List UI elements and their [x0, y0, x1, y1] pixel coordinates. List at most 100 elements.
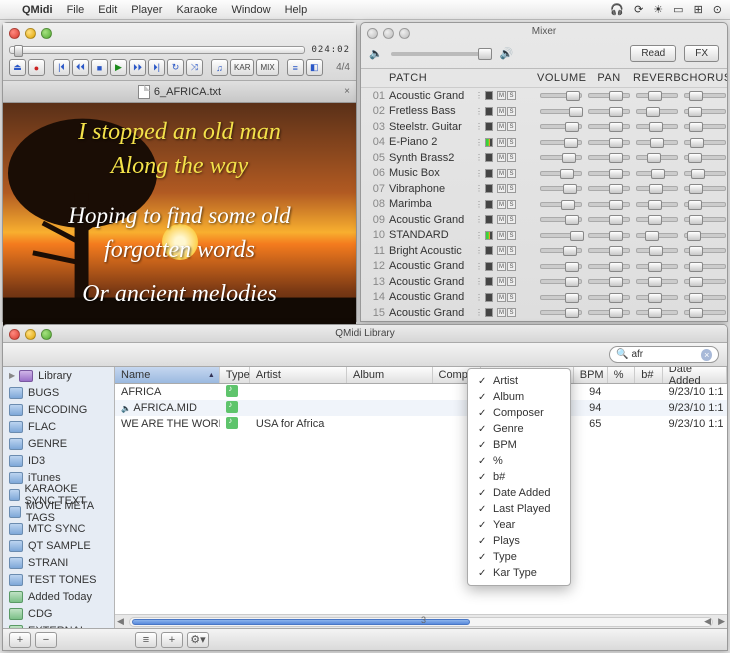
list-view-button[interactable]: ≡ — [135, 632, 157, 648]
solo-button[interactable]: S — [507, 184, 516, 193]
mixer-track[interactable]: 01 Acoustic Grand ⋮MS — [369, 88, 719, 104]
mixer-track[interactable]: 04 E-Piano 2 ⋮MS — [369, 135, 719, 151]
table-row[interactable]: WE ARE THE WORLD USA for Africa 65 9/23/… — [115, 416, 727, 432]
context-menu-item[interactable]: Genre — [468, 421, 570, 437]
volume-slider[interactable] — [540, 310, 582, 315]
track-menu-icon[interactable]: ⋮ — [475, 200, 483, 209]
mixer-track[interactable]: 12 Acoustic Grand ⋮MS — [369, 259, 719, 275]
fx-button[interactable]: FX — [684, 45, 719, 62]
column-header[interactable]: Name — [115, 367, 220, 383]
volume-slider[interactable] — [540, 186, 582, 191]
pan-slider[interactable] — [588, 248, 630, 253]
grid-icon[interactable]: ⊞ — [694, 3, 703, 16]
solo-button[interactable]: S — [507, 293, 516, 302]
pan-slider[interactable] — [588, 233, 630, 238]
chorus-slider[interactable] — [684, 124, 726, 129]
mute-button[interactable]: M — [497, 293, 506, 302]
table-header[interactable]: NameTypeArtistAlbumCompoBPM%b#Date Added — [115, 367, 727, 384]
chorus-slider[interactable] — [684, 217, 726, 222]
sidebar-item[interactable]: Added Today — [3, 588, 114, 605]
solo-button[interactable]: S — [507, 169, 516, 178]
clear-search-button[interactable]: × — [701, 349, 712, 361]
solo-button[interactable]: S — [507, 246, 516, 255]
app-menu[interactable]: QMidi — [22, 4, 53, 16]
reverb-slider[interactable] — [636, 186, 678, 191]
track-menu-icon[interactable]: ⋮ — [475, 277, 483, 286]
context-menu-item[interactable]: Album — [468, 389, 570, 405]
track-menu-icon[interactable]: ⋮ — [475, 262, 483, 271]
context-menu-item[interactable]: Composer — [468, 405, 570, 421]
pan-slider[interactable] — [588, 155, 630, 160]
track-menu-icon[interactable]: ⋮ — [475, 184, 483, 193]
volume-slider[interactable] — [540, 295, 582, 300]
table-row[interactable]: AFRICA 94 9/23/10 1:1 — [115, 384, 727, 400]
spotlight-icon[interactable]: ⊙ — [713, 3, 722, 16]
solo-button[interactable]: S — [507, 277, 516, 286]
volume-slider[interactable] — [540, 155, 582, 160]
mixer-track[interactable]: 14 Acoustic Grand ⋮MS — [369, 290, 719, 306]
reverb-slider[interactable] — [636, 310, 678, 315]
context-menu-item[interactable]: Year — [468, 517, 570, 533]
skip-end-button[interactable]: ⏵| — [148, 59, 165, 76]
reverb-slider[interactable] — [636, 295, 678, 300]
sidebar-item[interactable]: STRANI — [3, 554, 114, 571]
patch-name[interactable]: Acoustic Grand — [389, 260, 475, 272]
track-menu-icon[interactable]: ⋮ — [475, 169, 483, 178]
menu-window[interactable]: Window — [231, 4, 270, 16]
search-input[interactable] — [631, 349, 701, 360]
reverb-slider[interactable] — [636, 264, 678, 269]
track-menu-icon[interactable]: ⋮ — [475, 215, 483, 224]
minimize-button[interactable] — [25, 28, 36, 39]
patch-name[interactable]: Music Box — [389, 167, 475, 179]
mute-button[interactable]: M — [497, 138, 506, 147]
mute-button[interactable]: M — [497, 107, 506, 116]
reverb-slider[interactable] — [636, 248, 678, 253]
mute-button[interactable]: M — [497, 308, 506, 317]
tab-title[interactable]: 6_AFRICA.txt — [154, 86, 221, 98]
reverb-slider[interactable] — [636, 109, 678, 114]
chorus-slider[interactable] — [684, 140, 726, 145]
track-menu-icon[interactable]: ⋮ — [475, 231, 483, 240]
stop-button[interactable]: ■ — [91, 59, 108, 76]
pan-slider[interactable] — [588, 140, 630, 145]
solo-button[interactable]: S — [507, 91, 516, 100]
patch-name[interactable]: Synth Brass2 — [389, 152, 475, 164]
mute-button[interactable]: M — [497, 246, 506, 255]
patch-name[interactable]: Marimba — [389, 198, 475, 210]
sidebar-item[interactable]: MOVIE META TAGS — [3, 503, 114, 520]
column-header[interactable]: Date Added — [663, 367, 727, 383]
rewind-button[interactable]: ⏴⏴ — [72, 59, 89, 76]
sync-icon[interactable]: ⟳ — [634, 3, 643, 16]
action-menu-button[interactable]: ⚙▾ — [187, 632, 209, 648]
solo-button[interactable]: S — [507, 122, 516, 131]
mixer-track[interactable]: 03 Steelstr. Guitar ⋮MS — [369, 119, 719, 135]
tab-close[interactable]: × — [344, 86, 350, 97]
solo-button[interactable]: S — [507, 138, 516, 147]
track-menu-icon[interactable]: ⋮ — [475, 107, 483, 116]
solo-button[interactable]: S — [507, 262, 516, 271]
chorus-slider[interactable] — [684, 295, 726, 300]
mixer-track[interactable]: 15 Acoustic Grand ⋮MS — [369, 305, 719, 320]
shuffle-button[interactable]: ⤨ — [186, 59, 203, 76]
mixer-track[interactable]: 02 Fretless Bass ⋮MS — [369, 104, 719, 120]
mix-button[interactable]: MIX — [256, 59, 278, 76]
volume-slider[interactable] — [540, 248, 582, 253]
menu-help[interactable]: Help — [285, 4, 308, 16]
track-menu-icon[interactable]: ⋮ — [475, 308, 483, 317]
column-header[interactable]: b# — [635, 367, 663, 383]
mute-button[interactable]: M — [497, 262, 506, 271]
kar-button[interactable]: KAR — [230, 59, 254, 76]
sidebar-item[interactable]: TEST TONES — [3, 571, 114, 588]
mute-button[interactable]: M — [497, 153, 506, 162]
table-row[interactable]: 🔈 AFRICA.MID 94 9/23/10 1:1 — [115, 400, 727, 416]
eq-button[interactable]: ♫ — [211, 59, 228, 76]
list-button[interactable]: ≡ — [287, 59, 304, 76]
close-button[interactable] — [9, 28, 20, 39]
library-sidebar[interactable]: ▶LibraryBUGSENCODINGFLACGENREID3iTunesKA… — [3, 367, 115, 628]
play-button[interactable]: ▶ — [110, 59, 127, 76]
menu-file[interactable]: File — [67, 4, 85, 16]
close-button[interactable] — [9, 329, 20, 340]
column-header[interactable]: Album — [347, 367, 433, 383]
mute-button[interactable]: M — [497, 200, 506, 209]
context-menu-item[interactable]: Type — [468, 549, 570, 565]
